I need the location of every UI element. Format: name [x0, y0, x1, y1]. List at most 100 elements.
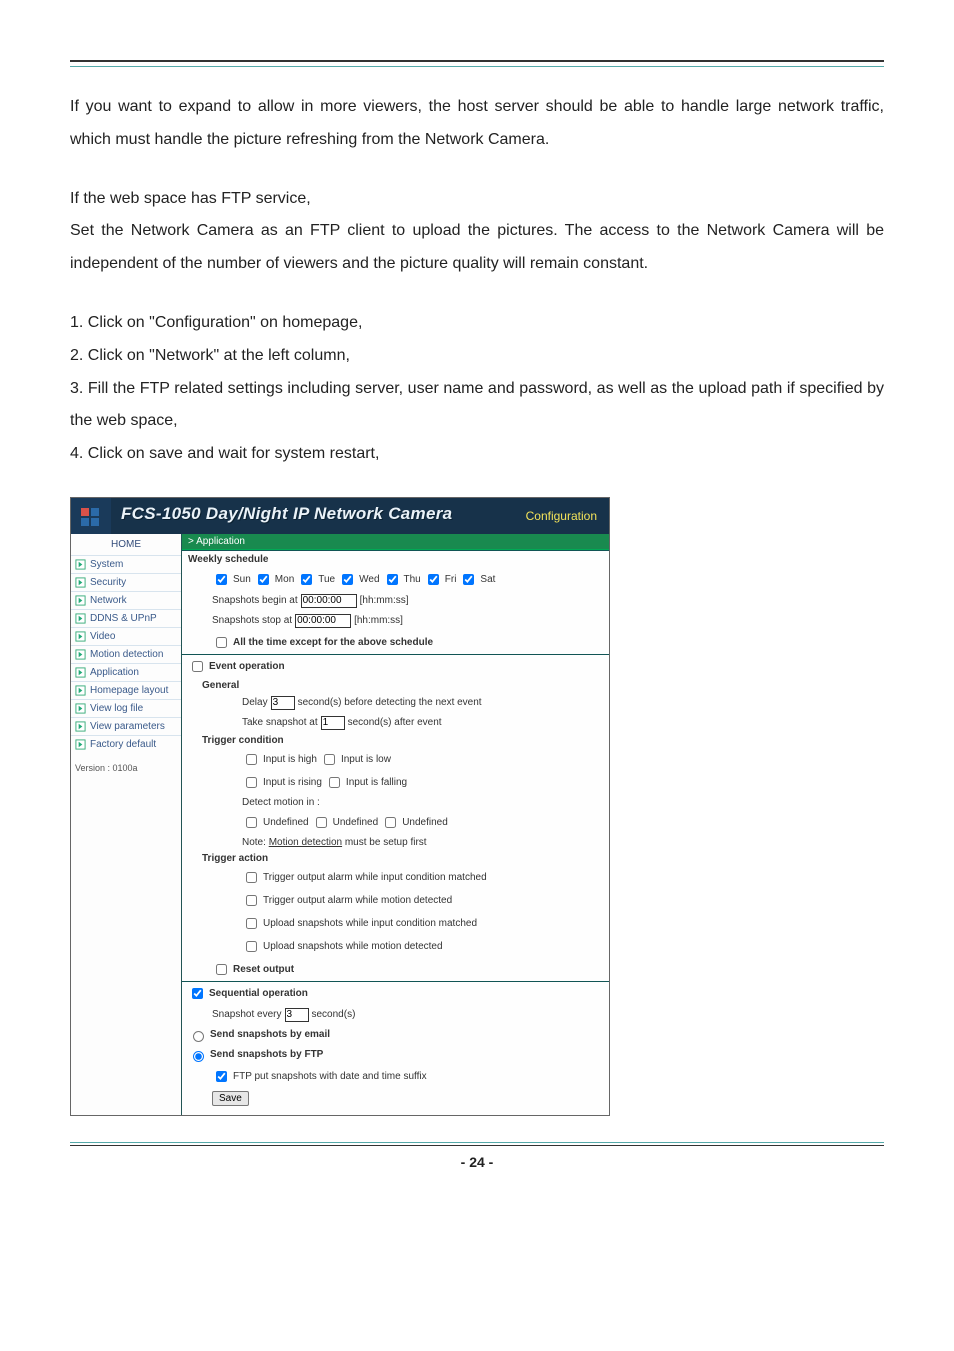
- sidebar-item-network[interactable]: Network: [71, 591, 181, 609]
- checkbox-input-rising[interactable]: [246, 777, 257, 788]
- sidebar-item-video[interactable]: Video: [71, 627, 181, 645]
- sidebar-item-label: DDNS & UPnP: [90, 613, 157, 624]
- arrow-right-icon: [75, 739, 86, 750]
- sidebar-item-viewparams[interactable]: View parameters: [71, 717, 181, 735]
- snapshot-every-row: Snapshot every second(s): [182, 1005, 609, 1025]
- step-4: 4. Click on save and wait for system res…: [70, 438, 884, 471]
- sequential-row: Sequential operation: [182, 981, 609, 1005]
- save-row: Save: [182, 1088, 609, 1109]
- radio-send-email[interactable]: [193, 1031, 204, 1042]
- checkbox-sat[interactable]: [463, 574, 474, 585]
- configuration-link[interactable]: Configuration: [514, 509, 609, 523]
- begin-time-input[interactable]: [301, 594, 357, 608]
- event-operation-row: Event operation: [182, 654, 609, 678]
- weekly-days-row: Sun Mon Tue Wed Thu Fri Sat: [182, 568, 609, 591]
- motion-detection-link[interactable]: Motion detection: [269, 837, 342, 848]
- checkbox-undef-2[interactable]: [316, 817, 327, 828]
- checkbox-all-time[interactable]: [216, 637, 227, 648]
- label: Input is rising: [263, 777, 322, 788]
- checkbox-sequential[interactable]: [192, 988, 203, 999]
- delay-input[interactable]: [271, 696, 295, 710]
- breadcrumb: > Application: [182, 534, 609, 550]
- hint: [hh:mm:ss]: [354, 615, 403, 626]
- sidebar-item-factory[interactable]: Factory default: [71, 735, 181, 753]
- sidebar-item-system[interactable]: System: [71, 555, 181, 573]
- top-rule: [70, 60, 884, 67]
- ftp-suffix-row: FTP put snapshots with date and time suf…: [182, 1065, 609, 1088]
- stop-time-input[interactable]: [295, 614, 351, 628]
- step-2: 2. Click on "Network" at the left column…: [70, 340, 884, 373]
- event-operation-title: Event operation: [209, 661, 285, 672]
- checkbox-undef-3[interactable]: [385, 817, 396, 828]
- checkbox-input-falling[interactable]: [329, 777, 340, 788]
- label: Delay: [242, 697, 268, 708]
- sidebar-home[interactable]: HOME: [71, 534, 181, 555]
- checkbox-undef-1[interactable]: [246, 817, 257, 828]
- act4-row: Upload snapshots while motion detected: [182, 935, 609, 958]
- sidebar-item-label: Motion detection: [90, 649, 163, 660]
- label: Snapshot every: [212, 1009, 282, 1020]
- trigger-action-subheading: Trigger action: [182, 851, 609, 866]
- label: Input is high: [263, 754, 317, 765]
- sidebar-item-application[interactable]: Application: [71, 663, 181, 681]
- checkbox-event-operation[interactable]: [192, 661, 203, 672]
- sidebar-item-viewlog[interactable]: View log file: [71, 699, 181, 717]
- take-snapshot-input[interactable]: [321, 716, 345, 730]
- sidebar-item-security[interactable]: Security: [71, 573, 181, 591]
- checkbox-reset-output[interactable]: [216, 964, 227, 975]
- checkbox-act4[interactable]: [246, 941, 257, 952]
- checkbox-thu[interactable]: [387, 574, 398, 585]
- ftp-suffix-label: FTP put snapshots with date and time suf…: [233, 1071, 427, 1082]
- note-suffix: must be setup first: [342, 837, 426, 848]
- sidebar-item-motion[interactable]: Motion detection: [71, 645, 181, 663]
- checkbox-act1[interactable]: [246, 872, 257, 883]
- checkbox-mon[interactable]: [258, 574, 269, 585]
- sidebar-item-ddns[interactable]: DDNS & UPnP: [71, 609, 181, 627]
- weekly-schedule-title: Weekly schedule: [182, 550, 609, 568]
- day-label: Sun: [233, 574, 251, 585]
- save-button[interactable]: Save: [212, 1091, 249, 1106]
- day-label: Mon: [275, 574, 294, 585]
- act2-row: Trigger output alarm while motion detect…: [182, 889, 609, 912]
- reset-output-row: Reset output: [182, 958, 609, 981]
- label: Snapshots stop at: [212, 615, 292, 626]
- checkbox-fri[interactable]: [428, 574, 439, 585]
- send-email-row: Send snapshots by email: [182, 1025, 609, 1045]
- label: Upload snapshots while motion detected: [263, 941, 443, 952]
- day-label: Tue: [318, 574, 335, 585]
- label: Input is falling: [346, 777, 407, 788]
- input-risefall-row: Input is rising Input is falling: [182, 771, 609, 794]
- sidebar-item-label: View log file: [90, 703, 143, 714]
- arrow-right-icon: [75, 559, 86, 570]
- arrow-right-icon: [75, 667, 86, 678]
- checkbox-sun[interactable]: [216, 574, 227, 585]
- label: second(s): [312, 1009, 356, 1020]
- level-one-logo-icon: [79, 504, 103, 528]
- motion-note: Note: Motion detection must be setup fir…: [182, 834, 609, 851]
- sidebar-item-label: System: [90, 559, 123, 570]
- checkbox-ftp-suffix[interactable]: [216, 1071, 227, 1082]
- radio-send-ftp[interactable]: [193, 1051, 204, 1062]
- brand-logo: [71, 498, 111, 534]
- take-snapshot-row: Take snapshot at second(s) after event: [182, 713, 609, 733]
- snapshot-interval-input[interactable]: [285, 1008, 309, 1022]
- day-label: Thu: [404, 574, 421, 585]
- checkbox-act2[interactable]: [246, 895, 257, 906]
- checkbox-tue[interactable]: [301, 574, 312, 585]
- document-text: If you want to expand to allow in more v…: [70, 91, 884, 471]
- detect-motion-label: Detect motion in :: [182, 794, 609, 811]
- label: Trigger output alarm while input conditi…: [263, 872, 487, 883]
- checkbox-wed[interactable]: [342, 574, 353, 585]
- label: Undefined: [263, 817, 309, 828]
- act1-row: Trigger output alarm while input conditi…: [182, 866, 609, 889]
- checkbox-act3[interactable]: [246, 918, 257, 929]
- checkbox-input-low[interactable]: [324, 754, 335, 765]
- delay-row: Delay second(s) before detecting the nex…: [182, 693, 609, 713]
- send-ftp-label: Send snapshots by FTP: [210, 1049, 323, 1060]
- checkbox-input-high[interactable]: [246, 754, 257, 765]
- screenshot-header: FCS-1050 Day/Night IP Network Camera Con…: [71, 498, 609, 534]
- reset-output-label: Reset output: [233, 964, 294, 975]
- label: Trigger output alarm while motion detect…: [263, 895, 452, 906]
- sidebar-item-homepage[interactable]: Homepage layout: [71, 681, 181, 699]
- page-number: - 24 -: [70, 1146, 884, 1170]
